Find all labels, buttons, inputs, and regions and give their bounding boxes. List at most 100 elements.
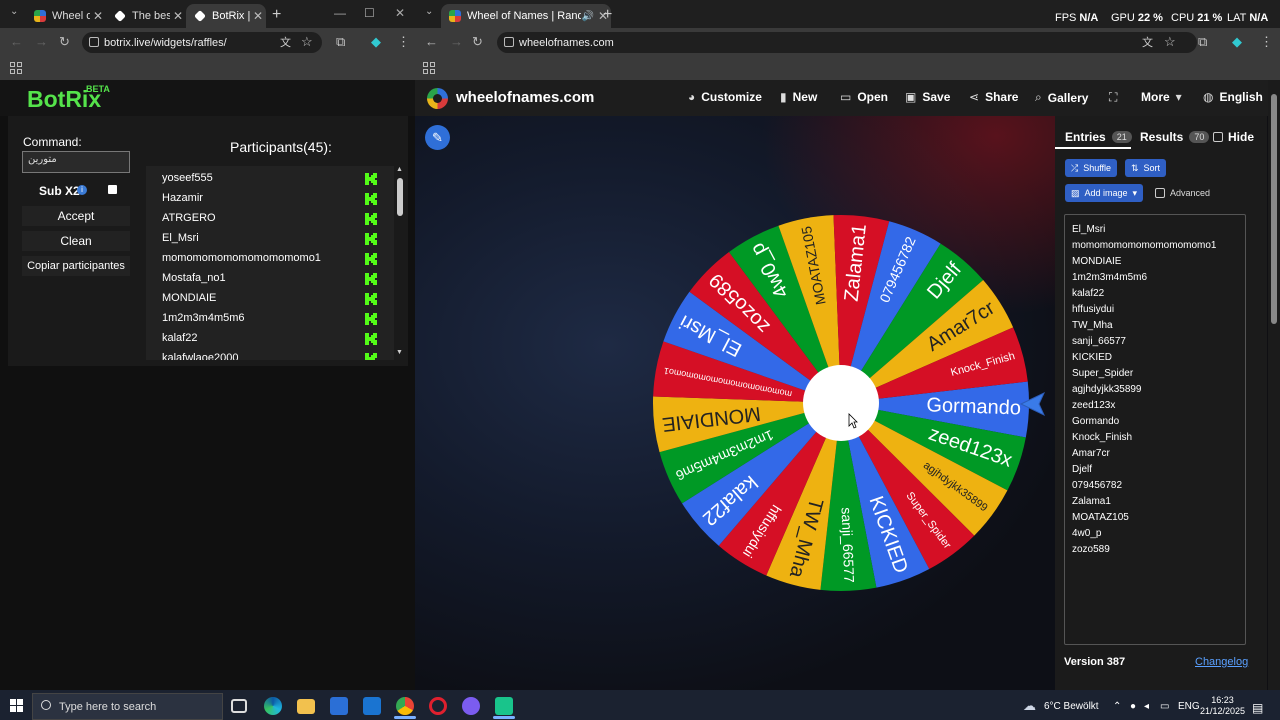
language-button[interactable]: ◍ English [1203,90,1263,104]
site-title[interactable]: wheelofnames.com [456,89,594,106]
new-tab-icon[interactable]: + [603,6,612,24]
forward-icon[interactable]: → [450,34,463,49]
network-icon[interactable]: ▭ [1160,701,1169,712]
kick-logo-icon [365,333,377,345]
file-explorer-icon[interactable] [297,699,315,714]
add-image-button[interactable]: ▨ Add image ▾ [1065,184,1144,202]
translate-icon[interactable]: 文 [1142,34,1153,50]
menu-dots-icon[interactable]: ⋮ [397,34,410,50]
weather-cloud-icon[interactable]: ☁ [1023,698,1036,714]
share-button[interactable]: ⋖ Share [969,90,1018,104]
edge-icon[interactable] [264,697,282,715]
windows-start-icon[interactable] [10,699,23,712]
taskbar-search[interactable]: Type here to search [32,693,223,720]
advanced-label[interactable]: Advanced [1170,188,1210,198]
chevron-up-icon[interactable]: ⌃ [1113,701,1121,712]
right-tab-wheel[interactable]: Wheel of Names | Random 🔊 ✕ [441,4,611,28]
gallery-button[interactable]: ⌕ Gallery [1035,90,1088,105]
tab-search-icon[interactable]: ⌄ [10,6,18,17]
fullscreen-button[interactable]: ⛶ [1109,90,1117,105]
active-tab-underline [1055,147,1131,149]
forward-icon[interactable]: → [35,34,48,49]
participants-title: Participants(45): [230,139,332,155]
bookmark-star-icon[interactable]: ☆ [1164,34,1176,50]
changelog-link[interactable]: Changelog [1195,656,1248,668]
wheel-logo-icon[interactable] [427,88,448,109]
advanced-checkbox[interactable] [1155,188,1165,198]
save-button[interactable]: ▣ Save [905,90,950,104]
speaker-icon[interactable]: 🔊 [581,11,595,22]
tab-results[interactable]: Results 70 [1140,130,1210,144]
tab-search-icon[interactable]: ⌄ [425,6,433,17]
accept-button[interactable]: Accept [22,206,130,226]
left-tab-wheel[interactable]: Wheel o ✕ [26,4,106,28]
tab-entries[interactable]: Entries 21 [1065,130,1132,144]
sort-button[interactable]: ⇅ Sort [1125,159,1167,177]
wheel-segment-label: Gormando [926,394,1021,419]
more-button[interactable]: More ▾ [1141,90,1182,104]
minimize-icon[interactable]: — [334,6,346,20]
extension-bird-icon[interactable]: ◆ [371,34,381,50]
weather-text[interactable]: 6°C Bewölkt [1044,701,1099,712]
hide-label[interactable]: Hide [1228,130,1254,144]
customize-button[interactable]: ◕ Customize [688,90,762,104]
site-info-icon[interactable] [89,37,99,47]
clean-button[interactable]: Clean [22,231,130,251]
scroll-thumb[interactable] [1271,94,1277,324]
left-tab-botrix[interactable]: BotRix | ( ✕ [186,4,266,28]
open-button[interactable]: ▭ Open [840,90,888,104]
pencil-icon: ✎ [432,129,443,145]
wheel-pointer-icon [1019,391,1046,417]
close-icon[interactable]: ✕ [250,9,266,23]
translate-icon[interactable]: 文 [280,34,291,50]
edit-pencil-button[interactable]: ✎ [425,125,450,150]
maximize-icon[interactable]: ☐ [364,6,375,20]
extension-bird-icon[interactable]: ◆ [1232,34,1242,50]
right-bookmarks-bar [415,56,1280,80]
task-view-icon[interactable] [231,699,247,713]
microphone-icon[interactable]: ● [1130,701,1136,712]
left-tab-thebest[interactable]: The best ✕ [106,4,186,28]
close-window-icon[interactable]: ✕ [395,6,405,20]
menu-dots-icon[interactable]: ⋮ [1260,34,1273,50]
extensions-icon[interactable]: ⧉ [1198,34,1207,50]
language-indicator[interactable]: ENG [1178,701,1200,712]
back-icon[interactable]: ← [425,34,438,49]
info-icon[interactable]: i [77,185,87,195]
site-info-icon[interactable] [504,37,514,47]
hide-checkbox[interactable] [1213,132,1223,142]
chrome-icon[interactable] [396,697,414,715]
mail-icon[interactable] [363,697,381,715]
discord-icon[interactable] [462,697,480,715]
page-scrollbar[interactable] [1268,80,1280,690]
participants-scrollbar[interactable]: ▲ ▼ [395,166,405,360]
speaker-icon[interactable]: ◂ [1144,701,1149,712]
tab-label: Wheel o [52,10,90,22]
system-clock[interactable]: 16:23 21/12/2025 [1200,695,1245,717]
subx2-checkbox[interactable] [108,185,117,194]
copy-participants-button[interactable]: Copiar participantes [22,256,130,276]
reload-icon[interactable]: ↻ [472,34,483,50]
scroll-thumb[interactable] [397,178,403,216]
command-input[interactable]: متورين [22,151,130,173]
reload-icon[interactable]: ↻ [59,34,70,50]
back-icon[interactable]: ← [10,34,23,49]
apps-grid-icon[interactable] [423,62,435,74]
apps-grid-icon[interactable] [10,62,22,74]
shuffle-button[interactable]: ⤮ Shuffle [1065,159,1118,177]
wheel-center-hub[interactable] [803,365,879,441]
notifications-icon[interactable]: ▤ [1252,701,1263,715]
app-icon[interactable] [495,697,513,715]
scroll-down-icon[interactable]: ▼ [396,349,403,356]
close-icon[interactable]: ✕ [170,9,186,23]
address-bar[interactable]: wheelofnames.com [497,32,1197,53]
extensions-icon[interactable]: ⧉ [336,34,345,50]
participants-list[interactable]: yoseef555 Hazamir ATRGERO El_Msri momomo… [146,166,394,360]
store-icon[interactable] [330,697,348,715]
bookmark-star-icon[interactable]: ☆ [301,34,313,50]
opera-icon[interactable] [429,697,447,715]
new-button[interactable]: ▮ New [780,90,817,104]
new-tab-icon[interactable]: + [272,6,281,24]
close-icon[interactable]: ✕ [90,9,106,23]
scroll-up-icon[interactable]: ▲ [396,166,403,173]
